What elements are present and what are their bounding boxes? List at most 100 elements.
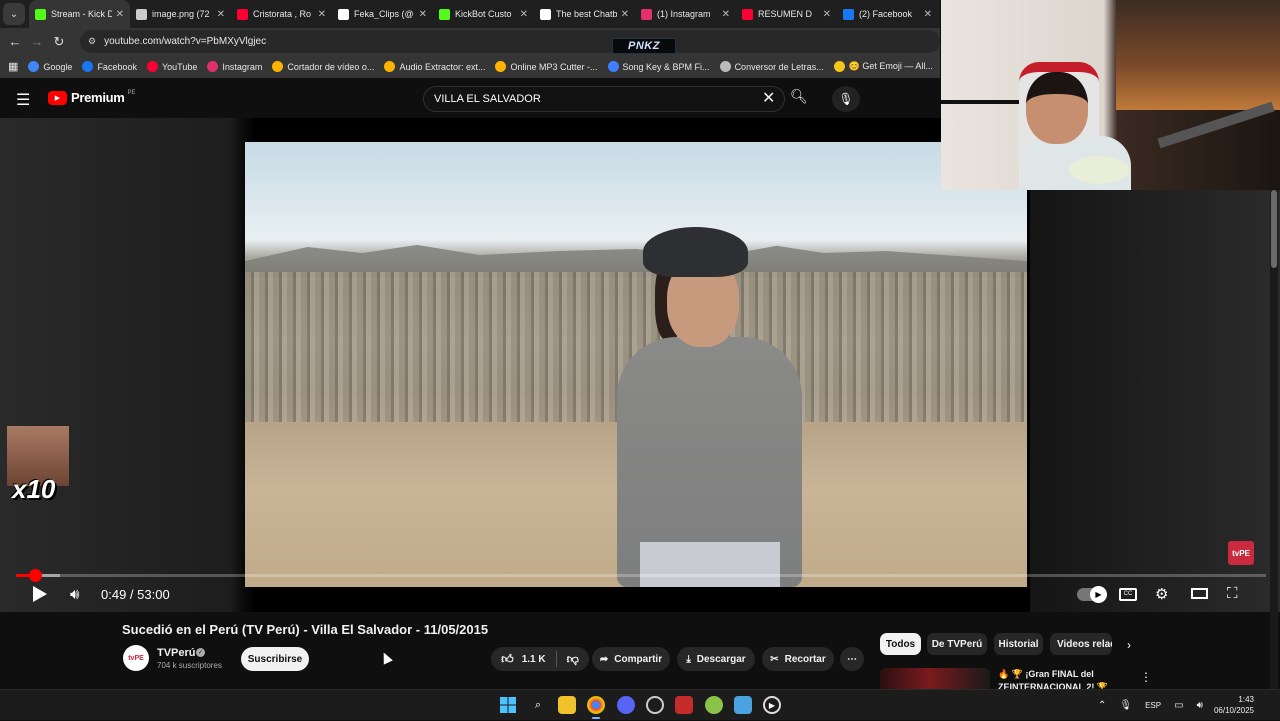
bookmark-item[interactable]: Song Key & BPM Fi... [607,61,710,72]
chrome-icon[interactable] [587,696,605,719]
browser-tab[interactable]: (1) Instagram ✕ [635,0,736,28]
speaker-icon[interactable]: 🔊︎ [1197,700,1203,711]
theater-mode-icon[interactable] [1191,588,1208,599]
xbox-app-icon[interactable] [705,696,723,714]
obs-icon[interactable] [646,696,664,714]
browser-tab[interactable]: KickBot Custo ✕ [433,0,534,28]
tab-close-icon[interactable]: ✕ [621,9,629,20]
tab-close-icon[interactable]: ✕ [722,9,730,20]
download-button[interactable]: ⤓ Descargar [677,647,755,671]
chip-history[interactable]: Historial [994,633,1043,655]
download-icon: ⤓ [686,653,691,665]
tab-label: Stream - Kick D [51,9,112,19]
bookmark-item[interactable]: Conversor de Letras... [719,61,824,72]
site-info-icon[interactable]: ⚙ [88,36,96,47]
share-label: Compartir [614,653,663,665]
network-icon[interactable]: ▭ [1174,700,1183,711]
discord-icon[interactable] [617,696,635,714]
video-frame[interactable] [245,142,1027,587]
thumbs-down-icon[interactable]: 👎︎ [567,652,579,667]
share-button[interactable]: ➦ Compartir [592,647,670,671]
forward-button[interactable]: → [26,34,48,49]
tab-close-icon[interactable]: ✕ [823,9,831,20]
voice-search-mic-icon[interactable]: 🎙︎ [832,86,860,112]
media-player-icon[interactable]: ▶ [763,696,781,714]
browser-tab[interactable]: Stream - Kick D ✕ [29,0,130,28]
menu-icon[interactable]: ☰ [16,90,30,110]
address-bar[interactable]: ⚙ youtube.com/watch?v=PbMXyVlgjec [80,30,940,53]
taskbar-clock[interactable]: 1:43 06/10/2025 [1204,694,1254,716]
globe-icon [136,8,147,20]
tab-close-icon[interactable]: ✕ [318,9,326,20]
volume-icon[interactable]: 🔊︎ [70,586,79,603]
recommended-video[interactable]: 🔥 🏆 ¡Gran FINAL del ZEINTERNACIONAL 2! 🏆… [880,664,1152,693]
clear-search-icon[interactable]: ✕ [762,88,775,108]
youtube-premium-logo[interactable]: ▶ Premium PE [48,90,136,105]
channel-avatar[interactable]: tvPE [123,645,149,671]
tab-close-icon[interactable]: ✕ [924,9,932,20]
browser-tab[interactable]: The best Chatb ✕ [534,0,635,28]
bookmark-item[interactable]: Online MP3 Cutter -... [495,61,598,72]
subscribe-button[interactable]: Suscribirse [241,647,309,671]
browser-tab[interactable]: Cristorata , Ro ✕ [231,0,332,28]
bookmark-item[interactable]: 😊 Get Emoji — All... [833,61,933,72]
like-count: 1.1 K [521,653,546,665]
taskbar-search-icon[interactable]: ⌕ [529,696,547,714]
tab-close-icon[interactable]: ✕ [419,9,427,20]
fullscreen-icon[interactable]: ⛶ [1227,585,1238,602]
capcut-icon[interactable] [675,696,693,714]
language-indicator[interactable]: ESP [1145,701,1161,710]
autoplay-toggle[interactable]: ▶ [1077,586,1107,603]
bookmark-item[interactable]: Facebook [82,61,137,72]
bookmark-item[interactable]: Audio Extractor: ext... [384,61,485,72]
browser-tab[interactable]: RESUMEN D ✕ [736,0,837,28]
chip-channel[interactable]: De TVPerú [927,633,987,655]
bookmark-favicon-icon [384,61,396,72]
browser-tab[interactable]: image.png (72 ✕ [130,0,231,28]
back-button[interactable]: ← [4,34,26,49]
tray-mic-icon[interactable]: 🎙︎ [1119,700,1132,711]
chips-next-chevron-icon[interactable]: › [1127,638,1131,652]
progress-bar[interactable] [16,569,1266,582]
clip-button[interactable]: ✂ Recortar [762,647,834,671]
youtube-play-logo-icon: ▶ [48,90,67,105]
browser-tab[interactable]: (2) Facebook ✕ [837,0,938,28]
page-scrollbar[interactable] [1270,190,1278,690]
bookmark-label: Facebook [97,61,137,72]
webcam-overlay [941,0,1280,190]
channel-name[interactable]: TVPerú [157,647,196,659]
chip-all[interactable]: Todos [880,633,921,655]
clip-label: Recortar [784,653,826,665]
tab-search-button[interactable]: ⌄ [3,3,25,25]
subtitles-icon[interactable]: CC [1119,588,1137,601]
bookmark-item[interactable]: Cortador de vídeo o... [272,61,374,72]
browser-tab[interactable]: Feka_Clips (@ ✕ [332,0,433,28]
search-input[interactable]: VILLA EL SALVADOR [423,86,785,112]
tab-label: KickBot Custo [455,9,512,19]
notepad-icon[interactable] [734,696,752,714]
bookmark-item[interactable]: Google [28,61,72,72]
recommended-more-icon[interactable]: ⋮ [1140,670,1152,684]
bookmark-label: Online MP3 Cutter -... [510,61,598,72]
scrollbar-thumb[interactable] [1271,190,1277,268]
bookmark-item[interactable]: YouTube [146,61,197,72]
webcam-bowl [1069,156,1129,184]
channel-watermark[interactable]: tvPE [1228,541,1254,565]
apps-grid-icon[interactable]: ▦ [8,60,18,73]
play-icon[interactable] [30,585,48,603]
settings-gear-icon[interactable]: ⚙ [1155,585,1168,603]
chip-related[interactable]: Videos relac [1050,633,1112,655]
tab-close-icon[interactable]: ✕ [520,9,528,20]
tray-overflow-chevron-icon[interactable]: ⌃ [1098,700,1106,711]
bookmark-item[interactable]: Instagram [207,61,262,72]
search-icon[interactable]: 🔍︎ [790,88,808,105]
search-query: VILLA EL SALVADOR [434,93,541,105]
tab-close-icon[interactable]: ✕ [116,9,124,20]
tab-close-icon[interactable]: ✕ [217,9,225,20]
file-explorer-icon[interactable] [558,696,576,714]
reload-button[interactable]: ↻ [48,34,70,50]
like-button[interactable]: 👍︎ 1.1 K [501,652,545,667]
more-actions-icon[interactable]: ⋯ [840,647,864,671]
bookmarks-list: Google Facebook YouTube Instagram Cortador d… [18,61,940,72]
windows-start-icon[interactable] [499,696,517,714]
